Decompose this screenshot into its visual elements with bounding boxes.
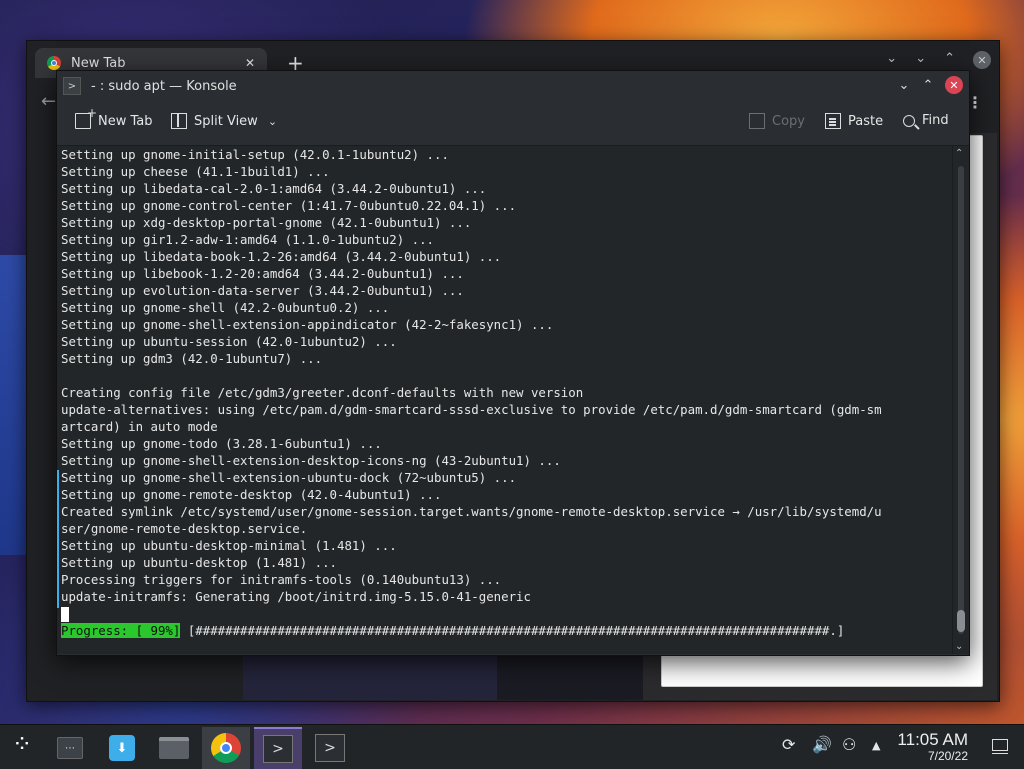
terminal-line: artcard) in auto mode [61,419,218,434]
digital-clock[interactable]: 11:05 AM 7/20/22 [897,730,968,764]
text-cursor [61,607,69,622]
minimize-icon[interactable]: ⌄ [897,78,911,93]
clock-time: 11:05 AM [897,730,968,749]
konsole-window: > - : sudo apt — Konsole ⌄ ⌃ ✕ New Tab S… [56,70,970,656]
close-icon[interactable]: ✕ [945,76,963,94]
find-button[interactable]: Find [903,113,949,128]
terminal-scrollbar[interactable]: ⌃ ⌄ [952,146,969,654]
scroll-up-icon[interactable]: ⌃ [955,148,963,159]
terminal-line: update-alternatives: using /etc/pam.d/gd… [61,402,882,417]
paste-label: Paste [848,113,884,129]
copy-button[interactable]: Copy [749,113,805,129]
split-view-icon [171,113,187,129]
konsole-app-icon[interactable]: > [63,77,81,95]
new-tab-button[interactable]: New Tab [75,106,153,129]
chrome-close-icon[interactable]: ✕ [973,51,991,69]
terminal-line: Setting up gir1.2-adw-1:amd64 (1.1.0-1ub… [61,232,434,247]
terminal-output: Setting up gnome-initial-setup (42.0.1-1… [61,146,947,622]
new-tab-label: New Tab [98,113,153,129]
terminal-line: Setting up gnome-remote-desktop (42.0-4u… [61,487,442,502]
window-title: - : sudo apt — Konsole [91,78,237,94]
tray-expand-icon[interactable]: ▲ [872,739,880,752]
progress-bar: [#######################################… [180,623,845,638]
terminal-line: Setting up libedata-cal-2.0-1:amd64 (3.4… [61,181,487,196]
task-files[interactable] [150,727,198,769]
chrome-icon [211,733,241,763]
network-icon[interactable]: ⚇ [842,735,856,754]
terminal-line: Setting up evolution-data-server (3.44.2… [61,283,464,298]
terminal-line: Setting up gnome-shell-extension-desktop… [61,453,561,468]
search-icon [903,114,915,127]
cursor-line [61,605,947,622]
progress-label: Progress: [ 99%] [61,623,181,638]
show-desktop-icon[interactable] [991,739,1008,754]
update-notifier-icon[interactable]: ⟳ [782,735,795,754]
chrome-minimize-icon[interactable]: ⌄ [915,51,926,69]
chrome-tab-search-icon[interactable]: ⌄ [886,51,897,69]
scrollbar-thumb[interactable] [957,610,965,632]
terminal-line: Setting up gnome-initial-setup (42.0.1-1… [61,147,449,162]
chrome-favicon-icon [47,56,61,70]
terminal-view[interactable]: Setting up gnome-initial-setup (42.0.1-1… [57,146,953,654]
chrome-back-icon[interactable]: ← [41,91,56,112]
scrollback-marker [57,470,59,608]
terminal-line: Setting up xdg-desktop-portal-gnome (42.… [61,215,472,230]
terminal-line: Setting up gnome-shell-extension-appindi… [61,317,554,332]
task-discover[interactable]: ⬇ [98,727,146,769]
maximize-icon[interactable]: ⌃ [921,78,935,93]
copy-label: Copy [772,113,805,129]
progress-line: Progress: [ 99%] [######################… [61,622,844,639]
chevron-down-icon[interactable]: ⌄ [268,115,277,128]
volume-icon[interactable]: 🔊 [812,735,832,754]
discover-icon: ⬇ [109,735,135,761]
paste-button[interactable]: Paste [825,113,883,129]
split-view-button[interactable]: Split View ⌄ [171,113,277,129]
terminal-line: Setting up libedata-book-1.2-26:amd64 (3… [61,249,502,264]
terminal-line: Setting up gdm3 (42.0-1ubuntu7) ... [61,351,323,366]
konsole-icon: > [315,734,345,762]
split-view-label: Split View [194,113,258,129]
folder-icon [159,737,189,759]
konsole-titlebar[interactable]: > - : sudo apt — Konsole ⌄ ⌃ ✕ [57,71,969,101]
task-konsole[interactable]: > [306,727,354,769]
terminal-line: Setting up libebook-1.2-20:amd64 (3.44.2… [61,266,464,281]
taskbar: ⋯ ⬇ > > ⟳ 🔊 ⚇ ▲ 11:05 AM 7/20/22 [0,724,1024,769]
terminal-line: Setting up ubuntu-desktop-minimal (1.481… [61,538,397,553]
copy-icon [749,113,765,129]
application-launcher[interactable] [0,727,48,769]
terminal-line: Created symlink /etc/systemd/user/gnome-… [61,504,882,519]
konsole-icon: > [263,735,293,763]
new-tab-icon [75,106,97,129]
settings-icon: ⋯ [57,737,83,759]
terminal-line: ser/gnome-remote-desktop.service. [61,521,308,536]
chrome-maximize-icon[interactable]: ⌃ [944,51,955,69]
chrome-tab-title: New Tab [71,55,126,71]
terminal-line: Processing triggers for initramfs-tools … [61,572,502,587]
find-label: Find [922,113,949,128]
clock-date: 7/20/22 [927,749,968,763]
chrome-tab-close-icon[interactable]: ✕ [245,56,255,70]
paste-icon [825,113,841,129]
chrome-window-controls: ⌄ ⌄ ⌃ ✕ [886,51,991,69]
terminal-line: Setting up gnome-shell-extension-ubuntu-… [61,470,517,485]
scrollbar-track[interactable] [958,166,964,634]
terminal-line: Setting up gnome-todo (3.28.1-6ubuntu1) … [61,436,382,451]
konsole-window-controls: ⌄ ⌃ ✕ [897,76,963,94]
task-chrome[interactable] [202,727,250,769]
terminal-line: update-initramfs: Generating /boot/initr… [61,589,531,604]
task-system-settings[interactable]: ⋯ [46,727,94,769]
terminal-line: Setting up ubuntu-desktop (1.481) ... [61,555,338,570]
terminal-line: Creating config file /etc/gdm3/greeter.d… [61,385,584,400]
terminal-line: Setting up gnome-shell (42.2-0ubuntu0.2)… [61,300,390,315]
scroll-down-icon[interactable]: ⌄ [955,641,963,652]
konsole-toolbar: New Tab Split View ⌄ Copy Paste Find [57,101,969,146]
terminal-line: Setting up ubuntu-session (42.0-1ubuntu2… [61,334,397,349]
terminal-line: Setting up cheese (41.1-1build1) ... [61,164,330,179]
launcher-icon [12,730,36,760]
terminal-line: Setting up gnome-control-center (1:41.7-… [61,198,517,213]
task-konsole-active[interactable]: > [254,727,302,769]
